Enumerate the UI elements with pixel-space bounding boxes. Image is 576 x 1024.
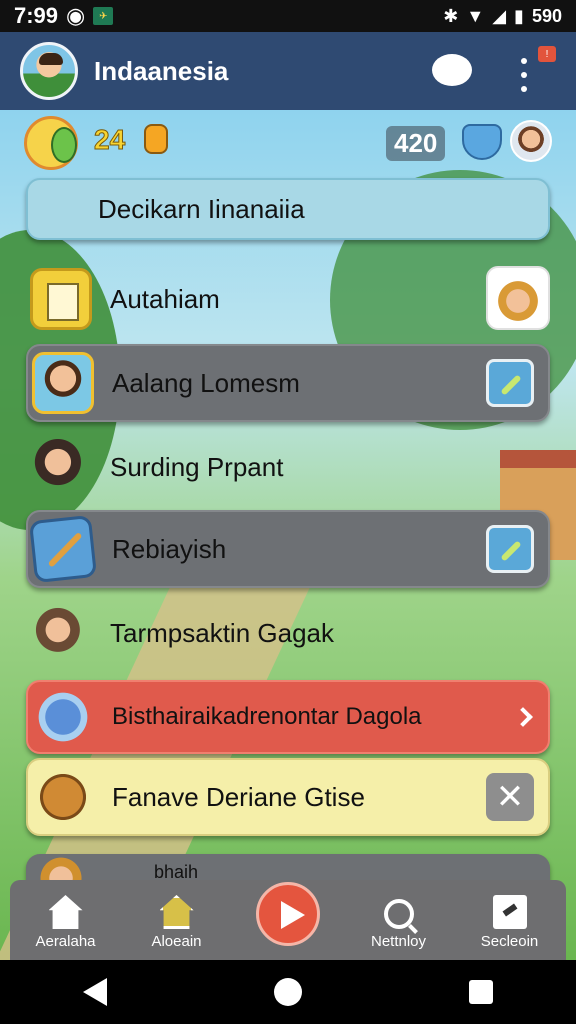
coin-count: 24: [93, 124, 126, 156]
battery-icon: ▮: [514, 5, 524, 26]
nav-item-home[interactable]: Aeralaha: [10, 895, 121, 950]
more-menu-icon[interactable]: [516, 58, 532, 92]
list-item-label: Aalang Lomesm: [112, 367, 300, 398]
play-icon: [255, 882, 320, 946]
list-item[interactable]: Bisthairaikadrenontar Dagola: [26, 680, 550, 754]
list-item[interactable]: Surding Prpant: [26, 428, 550, 506]
nav-item-play[interactable]: [232, 882, 343, 950]
nav-label: Secleoin: [480, 933, 539, 950]
nav-label: Nettnloy: [370, 933, 427, 950]
chevron-right-icon[interactable]: [513, 707, 533, 727]
list-item[interactable]: Aalang Lomesm: [26, 344, 550, 422]
status-time: 7:99: [14, 3, 59, 28]
pencil-board-icon: [28, 514, 98, 584]
boy-avatar-icon: [32, 352, 94, 414]
house-icon: [159, 895, 194, 929]
girl-avatar-icon: [30, 602, 92, 664]
alarm-icon: ◉: [66, 3, 86, 28]
game-scene: 24 420 Decikarn Iinanaiia Autahiam Aalan…: [0, 110, 576, 960]
nav-label: Aeralaha: [35, 933, 96, 950]
list-item-label: Autahiam: [110, 283, 220, 314]
list-item-label: Fanave Deriane Gtise: [112, 781, 365, 812]
wifi-icon: ▼: [466, 5, 485, 26]
close-button[interactable]: ✕: [486, 773, 534, 821]
app-notification-icon: ✈: [93, 7, 114, 25]
key-icon: [144, 124, 168, 154]
signal-icon: ◢: [492, 5, 507, 26]
nav-item-section[interactable]: Secleoin: [454, 895, 565, 950]
chef-avatar-icon[interactable]: [486, 266, 550, 330]
list-item[interactable]: Fanave Deriane Gtise ✕: [26, 758, 550, 836]
list-item-label: Surding Prpant: [110, 451, 284, 482]
bottom-navigation: Aeralaha Aloeain Nettnloy Secleoin: [10, 880, 566, 960]
shield-icon[interactable]: [462, 124, 502, 160]
fish-icon: [32, 686, 94, 748]
user-avatar[interactable]: [20, 42, 78, 100]
edit-button[interactable]: [486, 359, 534, 407]
list-item-label: Rebiayish: [112, 533, 227, 564]
ball-icon: [32, 766, 94, 828]
score-counter: 420: [386, 126, 446, 161]
home-circle-icon[interactable]: [273, 978, 302, 1006]
notification-badge[interactable]: !: [538, 46, 556, 62]
home-icon: [48, 895, 83, 929]
profile-icon[interactable]: [510, 120, 552, 162]
section-icon: [492, 895, 527, 929]
app-header: Indaanesia !: [0, 32, 576, 110]
battery-level: 590: [531, 5, 562, 26]
list-item-label: Tarmpsaktin Gagak: [110, 617, 334, 648]
page-title: Indaanesia: [94, 55, 229, 86]
edit-button[interactable]: [486, 525, 534, 573]
note-icon: [30, 268, 92, 330]
chat-icon[interactable]: [432, 54, 472, 86]
back-icon[interactable]: [83, 978, 108, 1006]
girl-avatar-icon: [30, 436, 92, 498]
nav-item-search[interactable]: Nettnloy: [343, 899, 454, 950]
list-item[interactable]: Tarmpsaktin Gagak: [26, 594, 550, 672]
nav-label: Aloeain: [151, 933, 202, 950]
bluetooth-icon: ✱: [443, 5, 459, 26]
system-navigation-bar: [0, 960, 576, 1024]
hud-bar: 24 420: [0, 110, 576, 174]
nav-item-location[interactable]: Aloeain: [121, 895, 232, 950]
status-bar: 7:99 ◉ ✈ ✱ ▼ ◢ ▮ 590: [0, 0, 576, 32]
list-item-label: Decikarn Iinanaiia: [98, 193, 305, 224]
list-item-header[interactable]: Decikarn Iinanaiia: [26, 178, 550, 240]
list-item-label: Bisthairaikadrenontar Dagola: [112, 703, 422, 730]
search-icon: [383, 899, 414, 929]
level-badge-icon[interactable]: [24, 116, 78, 170]
list-item[interactable]: Autahiam: [26, 260, 550, 338]
list-item[interactable]: Rebiayish: [26, 510, 550, 588]
recent-apps-icon[interactable]: [468, 980, 493, 1004]
